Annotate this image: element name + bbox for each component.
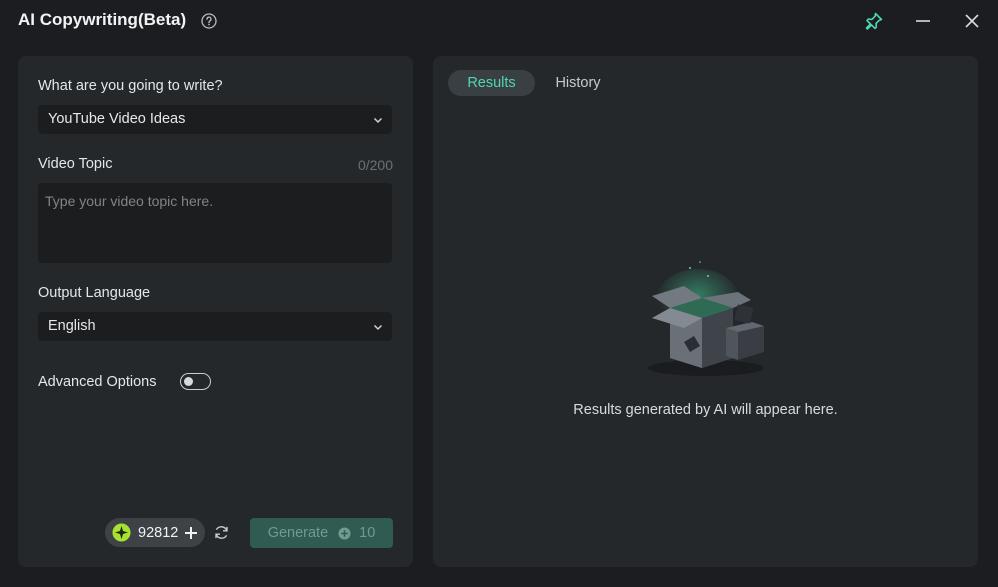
generate-button[interactable]: Generate 10 xyxy=(250,518,393,548)
empty-box-illustration xyxy=(648,261,764,376)
credit-coin-icon xyxy=(112,523,131,542)
help-icon[interactable] xyxy=(201,13,217,29)
chevron-down-icon xyxy=(373,324,383,331)
pin-button[interactable] xyxy=(862,9,886,33)
write-type-label: What are you going to write? xyxy=(38,78,223,94)
input-panel: What are you going to write? YouTube Vid… xyxy=(18,56,413,567)
output-language-value: English xyxy=(48,318,96,334)
toggle-knob xyxy=(184,376,193,386)
ai-copywriting-window: AI Copywriting(Beta) What are you going … xyxy=(0,0,998,587)
output-language-select[interactable]: English xyxy=(38,312,392,341)
pin-icon xyxy=(865,12,883,30)
close-button[interactable] xyxy=(960,9,984,33)
tab-history[interactable]: History xyxy=(545,70,611,96)
refresh-icon[interactable] xyxy=(213,524,230,541)
title-bar: AI Copywriting(Beta) xyxy=(0,0,998,42)
write-type-value: YouTube Video Ideas xyxy=(48,111,186,127)
plus-icon[interactable] xyxy=(184,526,198,540)
video-topic-input[interactable] xyxy=(38,183,392,263)
output-language-label: Output Language xyxy=(38,285,151,301)
generate-cost: 10 xyxy=(359,525,376,541)
credits-value: 92812 xyxy=(138,524,179,541)
video-topic-label: Video Topic xyxy=(38,156,113,172)
advanced-options-toggle[interactable] xyxy=(180,373,211,390)
minimize-button[interactable] xyxy=(911,9,935,33)
empty-results-message: Results generated by AI will appear here… xyxy=(573,402,838,418)
chevron-down-icon xyxy=(373,117,383,124)
minimize-icon xyxy=(916,20,930,22)
close-icon xyxy=(965,14,979,28)
window-title: AI Copywriting(Beta) xyxy=(18,10,187,29)
advanced-options-label: Advanced Options xyxy=(38,374,157,390)
topic-char-counter: 0/200 xyxy=(357,157,393,173)
generate-label: Generate xyxy=(267,525,329,541)
results-panel: Results History Results generated by AI … xyxy=(433,56,978,567)
credits-badge[interactable]: 92812 xyxy=(105,518,205,547)
coin-icon xyxy=(338,526,351,540)
tab-results[interactable]: Results xyxy=(448,70,535,96)
write-type-select[interactable]: YouTube Video Ideas xyxy=(38,105,392,134)
